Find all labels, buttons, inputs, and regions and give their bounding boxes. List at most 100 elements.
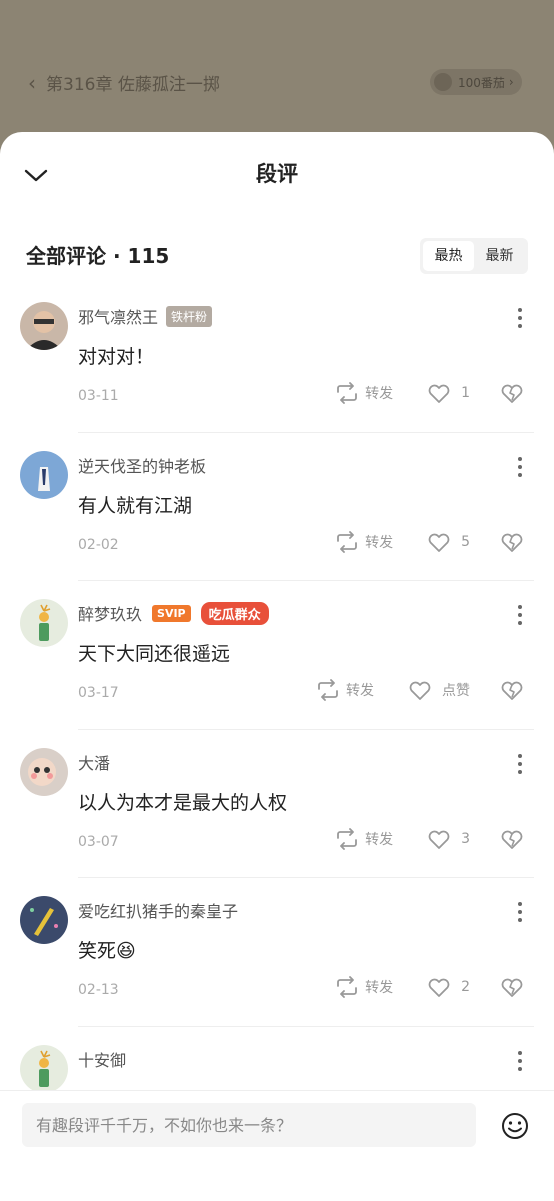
comment-date: 03-17: [78, 685, 119, 701]
broken-heart-icon: [501, 681, 523, 700]
like-button[interactable]: 1: [427, 382, 470, 404]
dislike-button[interactable]: [500, 679, 524, 701]
back-chevron-icon: ‹: [28, 70, 36, 95]
emoji-icon[interactable]: [500, 1111, 530, 1141]
more-options-icon[interactable]: [512, 752, 528, 776]
avatar[interactable]: [20, 1044, 68, 1093]
comment-author[interactable]: 逆天伐圣的钟老板: [78, 453, 206, 477]
group-badge: 吃瓜群众: [200, 601, 269, 625]
chapter-title-text: 第316章 佐藤孤注一掷: [46, 75, 220, 95]
author-name: 醉梦玖玖: [78, 605, 143, 624]
repost-icon: [337, 976, 357, 998]
comment-input-wrapper: [22, 1103, 476, 1147]
reward-label: 100番茄: [458, 75, 505, 90]
comment-actions: 转发 点赞: [316, 679, 524, 701]
avatar[interactable]: [20, 599, 68, 647]
like-button[interactable]: 点赞: [408, 679, 470, 701]
svip-badge: SVIP: [152, 604, 191, 622]
repost-icon: [337, 827, 357, 850]
repost-button[interactable]: 转发: [316, 679, 374, 701]
like-count: 2: [461, 979, 470, 995]
avatar[interactable]: [20, 747, 68, 796]
like-button[interactable]: 5: [427, 531, 470, 553]
heart-icon: [428, 533, 450, 552]
like-count: 3: [461, 830, 470, 847]
comment-date: 02-02: [78, 536, 119, 553]
sort-toggle: 最热 最新: [420, 238, 528, 274]
like-count: 5: [461, 533, 470, 550]
dislike-button[interactable]: [500, 976, 524, 998]
comment-author[interactable]: 邪气凛然王 铁杆粉: [78, 304, 213, 328]
more-options-icon[interactable]: [512, 306, 528, 330]
comment-list: 邪气凛然王 铁杆粉 对对对！ 03-11 转发 1 逆天伐圣的钟老板 有人就有江…: [0, 284, 554, 1175]
comment-text: 天下大同还很遥远: [78, 643, 231, 665]
comment-item: 爱吃红扒猪手的秦皇子 笑死😆 02-13 转发 2: [0, 878, 554, 1027]
author-name: 爱吃红扒猪手的秦皇子: [78, 902, 239, 921]
repost-label: 转发: [365, 831, 394, 848]
heart-icon: [409, 681, 431, 700]
sheet-header: 段评: [0, 132, 554, 216]
like-button[interactable]: 2: [427, 976, 470, 998]
dislike-button[interactable]: [500, 828, 524, 850]
comment-actions: 转发 2: [335, 976, 524, 998]
repost-button[interactable]: 转发: [335, 530, 394, 553]
more-options-icon[interactable]: [512, 900, 528, 924]
sort-new-tab[interactable]: 最新: [474, 241, 525, 271]
comment-item: 大潘 以人为本才是最大的人权 03-07 转发 3: [0, 730, 554, 878]
comment-date: 03-11: [78, 388, 119, 404]
repost-icon: [337, 382, 357, 404]
repost-label: 转发: [365, 980, 394, 996]
broken-heart-icon: [501, 533, 523, 552]
comment-author[interactable]: 大潘: [78, 750, 110, 774]
comment-item: 逆天伐圣的钟老板 有人就有江湖 02-02 转发 5: [0, 433, 554, 581]
comment-author[interactable]: 十安御: [78, 1047, 126, 1071]
sort-hot-tab[interactable]: 最热: [423, 241, 474, 271]
repost-button[interactable]: 转发: [335, 827, 394, 850]
comment-text: 笑死😆: [78, 940, 136, 962]
repost-icon: [337, 530, 357, 553]
comment-author[interactable]: 爱吃红扒猪手的秦皇子: [78, 898, 238, 922]
comment-date: 03-07: [78, 833, 119, 850]
comment-count: 全部评论 · 115: [26, 244, 170, 268]
author-name: 十安御: [78, 1050, 127, 1070]
repost-button[interactable]: 转发: [335, 382, 393, 404]
more-options-icon[interactable]: [512, 1049, 528, 1073]
comment-input[interactable]: [22, 1103, 476, 1147]
sheet-title: 段评: [256, 162, 298, 186]
repost-button[interactable]: 转发: [335, 976, 393, 998]
like-count: 点赞: [442, 683, 470, 699]
like-count: 1: [461, 385, 470, 401]
author-name: 邪气凛然王: [78, 308, 159, 327]
broken-heart-icon: [501, 978, 523, 997]
chevron-right-icon: ›: [508, 75, 514, 89]
like-button[interactable]: 3: [427, 828, 470, 850]
more-options-icon[interactable]: [512, 455, 528, 479]
comments-sheet: 段评 全部评论 · 115 最热 最新 邪气凛然王 铁杆粉 对对对！ 03-11…: [0, 132, 554, 1200]
repost-label: 转发: [346, 683, 374, 699]
heart-icon: [428, 978, 450, 997]
chapter-title: ‹ 第316章 佐藤孤注一掷: [28, 70, 220, 96]
avatar[interactable]: [20, 896, 68, 944]
comment-date: 02-13: [78, 982, 119, 998]
repost-label: 转发: [365, 534, 394, 551]
more-options-icon[interactable]: [512, 603, 528, 627]
comment-actions: 转发 1: [335, 382, 524, 404]
repost-label: 转发: [365, 386, 394, 402]
comment-text: 对对对！: [78, 346, 155, 368]
comment-text: 有人就有江湖: [78, 494, 193, 517]
avatar[interactable]: [20, 450, 68, 499]
comment-item: 醉梦玖玖 SVIP 吃瓜群众 天下大同还很遥远 03-17 转发 点赞: [0, 581, 554, 730]
comment-composer: [0, 1090, 554, 1201]
dislike-button[interactable]: [500, 382, 524, 404]
comment-actions: 转发 3: [335, 827, 524, 850]
comment-author[interactable]: 醉梦玖玖 SVIP 吃瓜群众: [78, 601, 269, 625]
author-name: 逆天伐圣的钟老板: [78, 456, 207, 476]
broken-heart-icon: [501, 384, 523, 403]
avatar[interactable]: [20, 302, 68, 350]
heart-icon: [428, 384, 450, 403]
comment-item: 邪气凛然王 铁杆粉 对对对！ 03-11 转发 1: [0, 284, 554, 433]
dislike-button[interactable]: [500, 531, 524, 553]
broken-heart-icon: [501, 830, 523, 849]
author-name: 大潘: [78, 753, 111, 773]
fan-badge: 铁杆粉: [166, 305, 213, 327]
